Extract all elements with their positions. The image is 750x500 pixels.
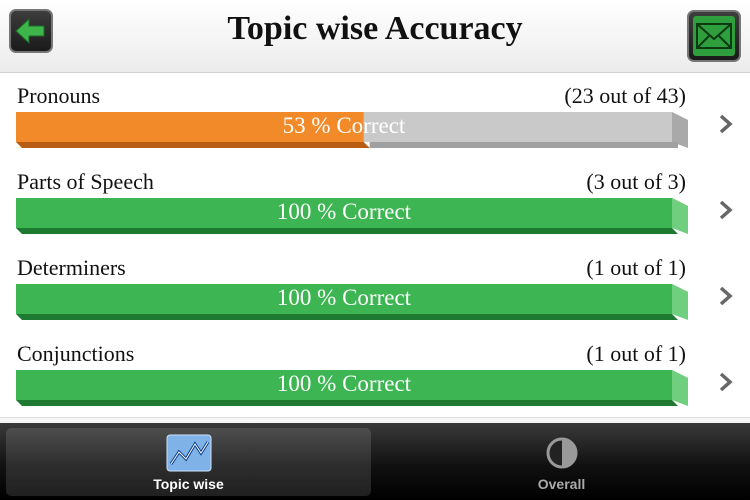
topic-count: (3 out of 3) bbox=[586, 169, 686, 194]
chevron-right-icon bbox=[719, 372, 733, 392]
topic-count: (1 out of 1) bbox=[586, 341, 686, 366]
topic-list: Pronouns (23 out of 43) 53 % Correct Par… bbox=[0, 73, 750, 423]
topic-count: (1 out of 1) bbox=[586, 255, 686, 280]
topic-row-determiners[interactable]: Determiners (1 out of 1) 100 % Correct bbox=[0, 245, 750, 332]
chevron-right-icon bbox=[719, 286, 733, 306]
bar-fill-bottom bbox=[16, 400, 678, 406]
half-circle-icon bbox=[546, 437, 577, 469]
topic-row-parts-of-speech[interactable]: Parts of Speech (3 out of 3) 100 % Corre… bbox=[0, 159, 750, 246]
topic-name: Conjunctions bbox=[17, 341, 135, 366]
bar-percent-text: 100 % Correct bbox=[276, 371, 412, 396]
topic-name: Pronouns bbox=[17, 83, 101, 108]
bar-percent-text: 53 % Correct bbox=[282, 113, 406, 138]
tab-label: Topic wise bbox=[153, 476, 224, 492]
accuracy-bar: 100 % Correct bbox=[16, 284, 688, 320]
topic-row-pronouns[interactable]: Pronouns (23 out of 43) 53 % Correct bbox=[0, 73, 750, 160]
line-chart-icon bbox=[166, 434, 211, 472]
tab-bar: Topic wise Overall bbox=[0, 423, 750, 500]
topic-name: Parts of Speech bbox=[17, 169, 154, 194]
bar-track-side bbox=[672, 284, 688, 320]
header: Topic wise Accuracy bbox=[0, 0, 750, 73]
tab-topic-wise[interactable]: Topic wise bbox=[6, 428, 371, 496]
bar-percent-text: 100 % Correct bbox=[276, 199, 412, 224]
bar-track-bottom bbox=[369, 142, 678, 148]
topic-name: Determiners bbox=[17, 255, 126, 280]
tab-overall[interactable]: Overall bbox=[379, 428, 744, 496]
bar-fill-bottom bbox=[16, 228, 678, 234]
chevron-right-icon bbox=[719, 200, 733, 220]
page-title: Topic wise Accuracy bbox=[227, 10, 523, 47]
chevron-right-icon bbox=[719, 114, 733, 134]
bar-percent-text: 100 % Correct bbox=[276, 285, 412, 310]
accuracy-bar: 100 % Correct bbox=[16, 370, 688, 406]
envelope-icon bbox=[693, 16, 735, 56]
topic-count: (23 out of 43) bbox=[564, 83, 686, 108]
accuracy-bar: 53 % Correct bbox=[16, 112, 688, 148]
accuracy-bar: 100 % Correct bbox=[16, 198, 688, 234]
topic-row-conjunctions[interactable]: Conjunctions (1 out of 1) 100 % Correct bbox=[0, 331, 750, 418]
bar-fill-bottom bbox=[16, 314, 678, 320]
mail-button[interactable] bbox=[687, 10, 741, 62]
bar-track-side bbox=[672, 198, 688, 234]
tab-label: Overall bbox=[537, 476, 586, 492]
bar-track-side bbox=[672, 370, 688, 406]
bar-fill-bottom bbox=[16, 142, 370, 148]
